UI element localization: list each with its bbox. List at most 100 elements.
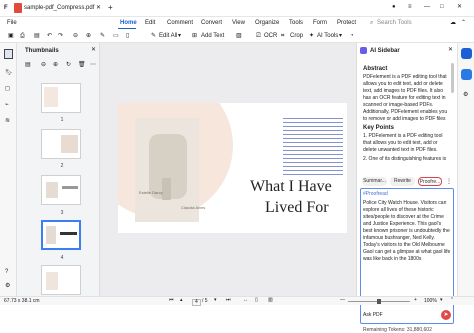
key-point-2: 2. One of its distinguishing features is [363, 156, 447, 162]
zoom-out-icon[interactable]: ⊖ [73, 33, 78, 39]
attachment-icon[interactable]: ⌁ [5, 102, 9, 108]
layers-icon[interactable]: ≋ [5, 118, 10, 124]
chat-icon[interactable]: ◔ [350, 33, 354, 39]
page-number: 4 [60, 255, 64, 261]
crop-button[interactable]: Crop [290, 33, 303, 39]
cloud-icon[interactable]: ☁ [450, 20, 456, 26]
scrollbar[interactable] [451, 63, 454, 93]
rotate-icon[interactable]: ↻ [66, 62, 71, 68]
menu-convert[interactable]: Convert [201, 20, 222, 26]
page-thumbnail-selected[interactable] [41, 220, 81, 250]
crop-icon: ⌗ [281, 33, 285, 39]
menu-file[interactable]: File [7, 20, 17, 26]
abstract-heading: Abstract [363, 66, 388, 72]
send-icon[interactable]: ➤ [441, 310, 451, 320]
menu-form[interactable]: Form [313, 20, 327, 26]
zoom-out-thumb-icon[interactable]: ⊖ [41, 62, 46, 68]
search-tools-input[interactable]: Search Tools [377, 20, 412, 26]
page-caption-2: Claudia Alves [181, 205, 206, 210]
select-icon[interactable]: ▯ [126, 33, 129, 39]
page-thumbnail[interactable] [41, 175, 81, 205]
ocr-button[interactable]: OCR [264, 33, 277, 39]
ai-tools-icon: ✦ [309, 33, 315, 39]
page-thumbnail[interactable] [41, 265, 81, 295]
menu-comment[interactable]: Comment [167, 20, 193, 26]
menu-protect[interactable]: Protect [337, 20, 356, 26]
zoom-in-thumb-icon[interactable]: ⊕ [53, 62, 58, 68]
fit-width-icon[interactable]: ↔ [243, 298, 248, 303]
ai-logo-icon [360, 47, 367, 54]
zoom-in-icon[interactable]: ⊕ [86, 33, 91, 39]
avatar[interactable]: ● [392, 4, 396, 10]
key-points-heading: Key Points [363, 125, 395, 131]
open-icon[interactable]: ▤ [34, 33, 40, 39]
menu-organize[interactable]: Organize [255, 20, 279, 26]
collapse-icon[interactable]: ⌃ [461, 20, 466, 26]
close-window-icon[interactable]: ✕ [457, 4, 462, 10]
thumbnails-panel-icon[interactable] [4, 49, 13, 59]
prev-page-icon[interactable]: ▴ [180, 298, 183, 303]
ai-tools-button[interactable]: AI Tools [317, 33, 338, 39]
delete-icon[interactable]: 🗑︎ [78, 62, 86, 68]
print-icon[interactable]: ⎙ [20, 33, 25, 39]
bookmark-icon[interactable]: 🔖︎ [5, 70, 13, 76]
redo-icon[interactable]: ↷ [58, 33, 63, 39]
help-icon[interactable]: ? [5, 269, 8, 275]
pdf-page[interactable]: Estelle Darcy Claudia Alves What I Have … [118, 103, 347, 233]
ai-assistant-icon[interactable] [461, 48, 472, 59]
page-thumbnail[interactable] [41, 83, 81, 113]
document-tab-title[interactable]: sample-pdf_Compress.pdf [24, 5, 94, 11]
undo-icon[interactable]: ↶ [47, 33, 52, 39]
proofread-tag: #Proofread [363, 191, 388, 197]
new-tab-icon[interactable]: + [108, 4, 113, 12]
image-icon[interactable]: ▨ [236, 33, 242, 39]
page-body-text [283, 118, 343, 178]
page-dimensions: 67.73 x 38.1 cm [4, 298, 40, 304]
edit-all-button[interactable]: Edit All [159, 33, 177, 39]
ask-pdf-button[interactable]: Ask PDF [363, 313, 383, 318]
first-page-icon[interactable]: ⏮ [169, 298, 174, 303]
ocr-icon: ⎚ [256, 33, 261, 39]
page-thumbnail[interactable] [41, 129, 81, 159]
highlight-icon[interactable]: ✎ [100, 33, 105, 39]
more-icon[interactable]: ⋮ [446, 179, 452, 185]
tab-rewrite[interactable]: Rewrite [390, 177, 415, 186]
menu-icon[interactable]: ≡ [408, 4, 412, 10]
collapse-status-icon[interactable]: ⌃ [450, 298, 454, 303]
settings-icon[interactable]: ⚙ [5, 283, 10, 289]
last-page-icon[interactable]: ⏭ [226, 298, 231, 303]
more-icon[interactable]: ⋯ [90, 62, 96, 68]
zoom-level[interactable]: 100% [424, 299, 437, 304]
next-page-icon[interactable]: ▾ [214, 298, 217, 303]
chevron-down-icon[interactable]: ▾ [339, 33, 342, 39]
maximize-icon[interactable]: □ [440, 4, 444, 10]
tab-summarize[interactable]: Summar... [362, 177, 387, 186]
menu-tools[interactable]: Tools [289, 20, 303, 26]
close-panel-icon[interactable]: ✕ [91, 47, 96, 53]
menu-edit[interactable]: Edit [145, 20, 155, 26]
menu-view[interactable]: View [232, 20, 245, 26]
zoom-dropdown-icon[interactable]: ▾ [440, 298, 443, 303]
fit-page-icon[interactable]: ▯ [255, 298, 258, 303]
save-icon[interactable]: ▣ [8, 33, 14, 39]
pdf-file-icon [14, 3, 22, 13]
zoom-out-status-icon[interactable]: — [340, 298, 345, 303]
properties-icon[interactable]: ⚙ [463, 92, 468, 98]
right-rail: ⚙ [457, 43, 474, 296]
close-tab-icon[interactable]: ✕ [96, 5, 101, 11]
tab-proofread[interactable]: Proofre... [418, 177, 442, 186]
comment-icon[interactable]: ◻ [5, 86, 10, 92]
zoom-in-status-icon[interactable]: + [414, 298, 417, 303]
text-box-icon[interactable]: ▭ [113, 33, 119, 39]
word-icon[interactable] [461, 69, 472, 80]
chevron-down-icon[interactable]: ▾ [178, 33, 181, 39]
menu-home[interactable]: Home [120, 20, 137, 26]
document-canvas: Estelle Darcy Claudia Alves What I Have … [100, 43, 356, 296]
thumb-layout-icon[interactable]: ▤ [25, 62, 31, 68]
close-sidebar-icon[interactable]: ✕ [448, 47, 453, 53]
minimize-icon[interactable]: — [424, 4, 430, 10]
search-icon: ⌕ [370, 20, 374, 26]
zoom-slider-handle[interactable] [377, 299, 381, 304]
two-page-icon[interactable]: ▥ [268, 298, 273, 303]
add-text-button[interactable]: Add Text [201, 33, 224, 39]
